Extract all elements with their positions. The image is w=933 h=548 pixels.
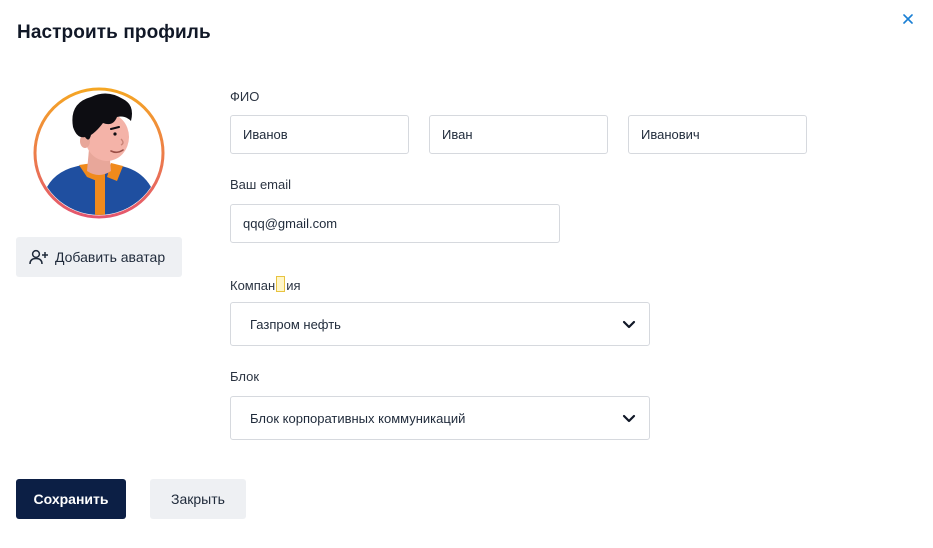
company-label: Компан ия <box>230 276 301 293</box>
avatar <box>33 87 165 219</box>
dialog-title: Настроить профиль <box>17 22 211 43</box>
middle-name-field[interactable] <box>628 115 807 154</box>
save-button[interactable]: Сохранить <box>16 479 126 519</box>
email-label: Ваш email <box>230 177 292 192</box>
last-name-field[interactable] <box>230 115 409 154</box>
block-label: Блок <box>230 369 260 384</box>
chevron-down-icon <box>622 320 636 329</box>
add-avatar-button[interactable]: Добавить аватар <box>16 237 182 277</box>
block-selected-value: Блок корпоративных коммуникаций <box>250 410 466 426</box>
add-avatar-label: Добавить аватар <box>55 249 166 265</box>
block-select[interactable]: Блок корпоративных коммуникаций <box>230 396 650 440</box>
add-user-icon <box>29 249 49 265</box>
company-select[interactable]: Газпром нефть <box>230 302 650 346</box>
close-button[interactable]: Закрыть <box>150 479 246 519</box>
chevron-down-icon <box>622 414 636 423</box>
company-label-part2: ия <box>286 278 301 293</box>
company-label-part1: Компан <box>230 278 276 293</box>
email-field[interactable] <box>230 204 560 243</box>
close-icon[interactable] <box>900 11 916 27</box>
first-name-field[interactable] <box>429 115 608 154</box>
fio-label: ФИО <box>230 89 260 104</box>
text-cursor-marker <box>276 276 286 292</box>
company-selected-value: Газпром нефть <box>250 316 341 332</box>
